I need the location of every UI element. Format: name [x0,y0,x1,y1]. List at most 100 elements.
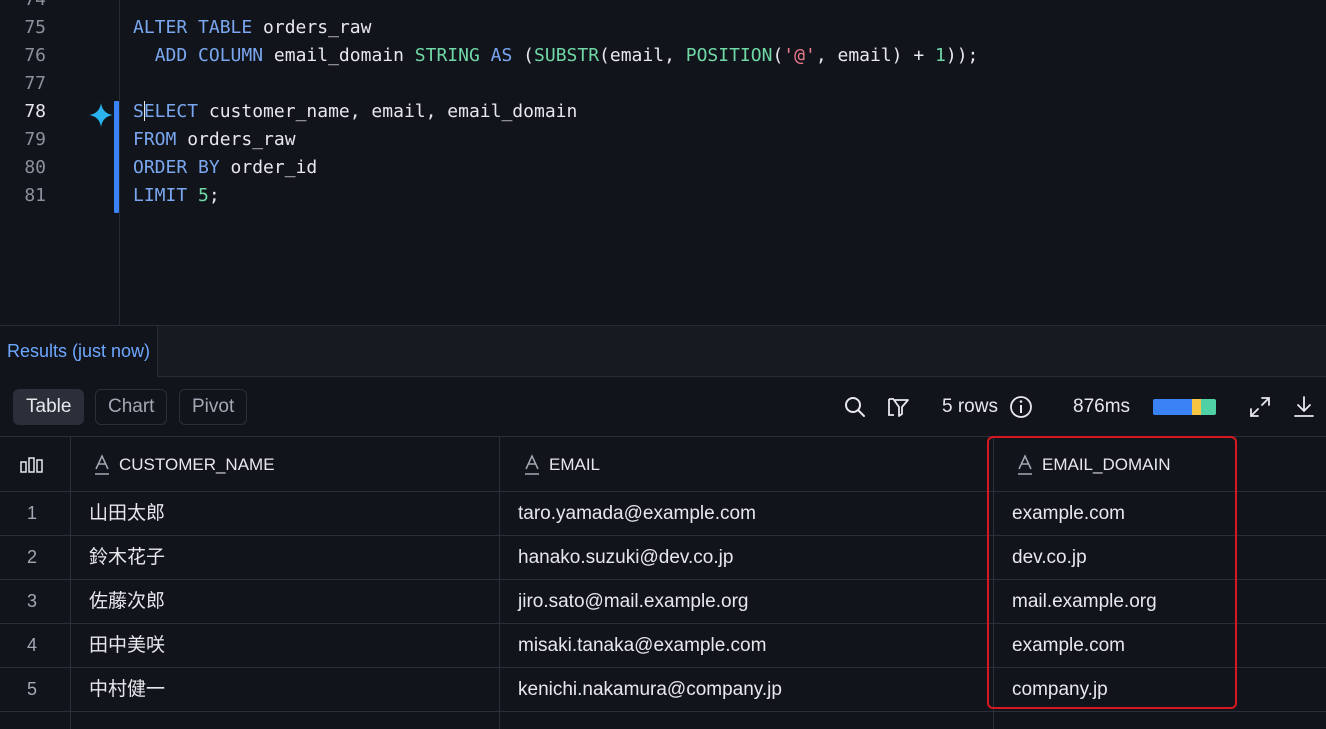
column-header-email-domain[interactable]: EMAIL_DOMAIN [1016,437,1170,492]
view-table-button[interactable]: Table [13,389,85,425]
code-token: POSITION [685,45,773,66]
cell-email[interactable]: jiro.sato@mail.example.org [518,580,749,623]
column-header-customer-name[interactable]: CUSTOMER_NAME [93,437,275,492]
column-header-label: CUSTOMER_NAME [119,455,275,474]
cell-email-domain[interactable]: mail.example.org [1012,580,1157,623]
code-token: ( [523,45,535,66]
code-token: (email, [599,45,686,66]
cell-email[interactable]: misaki.tanaka@example.com [518,624,766,667]
code-token: )); [945,45,979,66]
code-line[interactable]: 77 [0,70,1326,98]
table-row[interactable]: 2 鈴木花子 hanako.suzuki@dev.co.jp dev.co.jp [0,536,1326,580]
line-number: 78 [24,101,46,122]
download-icon[interactable] [1291,394,1317,420]
column-header-label: EMAIL_DOMAIN [1042,455,1171,474]
code-token: orders_raw [187,129,296,150]
line-number: 81 [24,185,46,206]
row-number: 5 [26,679,37,699]
query-duration: 876ms [1073,396,1131,417]
timing-breakdown-bar[interactable] [1153,399,1216,415]
code-token: , email) + [815,45,936,66]
code-token: ALTER TABLE [133,17,264,38]
tab-results[interactable]: Results (just now) [0,326,159,377]
table-header-row: CUSTOMER_NAME EMAIL EMAIL_DOMAIN [0,437,1326,492]
cell-email-domain[interactable]: example.com [1012,624,1125,667]
code-text: LIMIT 5; [133,182,220,210]
row-number: 3 [26,591,37,611]
code-line[interactable]: 81 LIMIT 5; [0,182,1326,210]
code-token: customer_name, email, email_domain [208,101,578,122]
row-count: 5 rows [942,396,998,417]
cell-email-domain[interactable]: company.jp [1012,668,1108,711]
cell-email[interactable]: hanako.suzuki@dev.co.jp [518,536,733,579]
code-line[interactable]: 78 SELECT customer_name, email, email_dom… [0,98,1326,126]
results-toolbar: Table Chart Pivot 5 rows 876ms [0,377,1326,437]
cell-customer-name[interactable]: 鈴木花子 [89,536,165,579]
column-stats-icon[interactable] [20,454,44,474]
code-token: LIMIT [133,185,199,206]
code-token: ADD COLUMN [154,45,274,66]
code-token: '@' [783,45,816,66]
code-token: 1 [935,45,946,66]
table-row[interactable]: 3 佐藤次郎 jiro.sato@mail.example.org mail.e… [0,580,1326,624]
code-token: email_domain [273,45,415,66]
row-number: 2 [26,547,37,567]
cell-customer-name[interactable]: 中村健一 [89,668,165,711]
code-token: orders_raw [263,17,372,38]
code-token: 5 [198,185,209,206]
cell-customer-name[interactable]: 佐藤次郎 [89,580,165,623]
column-header-email[interactable]: EMAIL [523,437,600,492]
line-number: 74 [0,0,46,14]
code-token: STRING [414,45,491,66]
code-token: ( [772,45,784,66]
code-line[interactable]: 74 [0,0,1326,14]
code-token: FROM [133,129,188,150]
search-icon[interactable] [842,394,868,420]
code-text: SELECT customer_name, email, email_domai… [133,98,577,126]
code-token: ELECT [143,101,209,122]
code-line[interactable]: 76 ADD COLUMN email_domain STRING AS (SU… [0,42,1326,70]
code-token: ORDER BY [133,157,231,178]
table-row[interactable]: 1 山田太郎 taro.yamada@example.com example.c… [0,492,1326,536]
code-token: order_id [230,157,318,178]
cell-email-domain[interactable]: dev.co.jp [1012,536,1087,579]
info-icon[interactable] [1008,394,1034,420]
line-number: 80 [24,157,46,178]
results-table: CUSTOMER_NAME EMAIL EMAIL_DOMAIN 1 山田太郎 … [0,437,1326,729]
view-chart-button[interactable]: Chart [95,389,168,425]
line-number: 75 [24,17,46,38]
table-row[interactable]: 4 田中美咲 misaki.tanaka@example.com example… [0,624,1326,668]
column-header-label: EMAIL [549,455,601,474]
cell-email[interactable]: kenichi.nakamura@company.jp [518,668,782,711]
cell-email[interactable]: taro.yamada@example.com [518,492,756,535]
column-filter-icon[interactable] [885,394,911,420]
row-number: 1 [26,503,37,523]
timing-segment [1200,399,1216,415]
row-number: 4 [26,635,37,655]
results-tab-bar: Results (just now) [0,325,1326,377]
line-number: 77 [24,73,46,94]
code-line[interactable]: 80 ORDER BY order_id [0,154,1326,182]
code-token: AS [490,45,524,66]
code-text: ORDER BY order_id [133,154,317,182]
table-row[interactable]: 5 中村健一 kenichi.nakamura@company.jp compa… [0,668,1326,712]
line-number: 79 [24,129,46,150]
text-type-icon [95,453,109,475]
cell-customer-name[interactable]: 田中美咲 [89,624,165,667]
line-number: 76 [24,45,46,66]
cell-customer-name[interactable]: 山田太郎 [89,492,165,535]
code-token: ; [208,185,220,206]
text-type-icon [1018,453,1032,475]
cell-email-domain[interactable]: example.com [1012,492,1125,535]
code-line[interactable]: 75 ALTER TABLE orders_raw [0,14,1326,42]
code-token: SUBSTR [534,45,600,66]
view-pivot-button[interactable]: Pivot [179,389,248,425]
code-text: FROM orders_raw [133,126,296,154]
expand-icon[interactable] [1247,394,1273,420]
code-editor[interactable]: 74 75 ALTER TABLE orders_raw 76 ADD COLUMN … [0,0,1326,325]
timing-segment [1153,399,1193,415]
code-token: S [133,101,144,122]
code-line[interactable]: 79 FROM orders_raw [0,126,1326,154]
code-text: ADD COLUMN email_domain STRING AS (SUBST… [133,42,979,70]
